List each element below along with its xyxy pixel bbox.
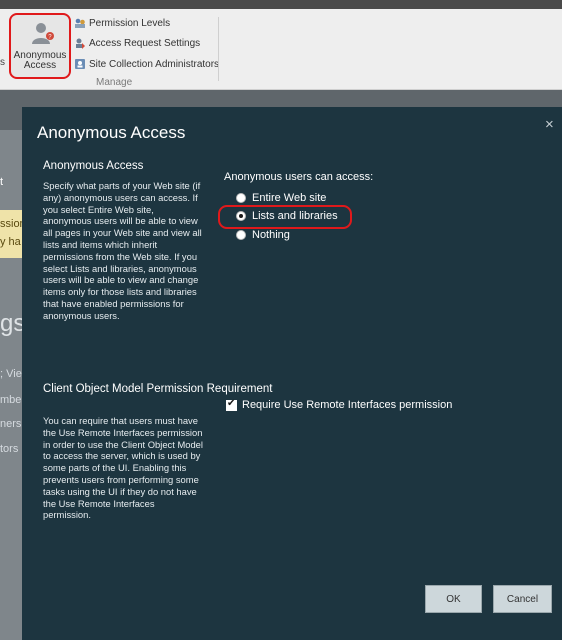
require-remote-interfaces-checkbox-row[interactable]: Require Use Remote Interfaces permission <box>226 397 452 413</box>
dialog-title: Anonymous Access <box>37 123 186 142</box>
background-page-strip <box>0 130 22 640</box>
cancel-button[interactable]: Cancel <box>493 585 552 613</box>
ribbon: s ? Anonymous Access Permission Levels A… <box>0 9 562 90</box>
site-collection-admins-button[interactable]: Site Collection Administrators <box>74 56 219 72</box>
top-bar <box>0 0 562 9</box>
anonymous-user-icon: ? <box>32 23 54 44</box>
ok-button[interactable]: OK <box>425 585 482 613</box>
anonymous-access-label: Anonymous Access <box>13 50 67 71</box>
ribbon-group-label: Manage <box>96 77 133 88</box>
bg-fragment: ners <box>0 418 22 430</box>
radio-nothing[interactable]: Nothing <box>236 227 290 243</box>
section-client-object-model-description: You can require that users must have the… <box>43 415 203 521</box>
bg-fragment: y ha <box>0 236 21 248</box>
ribbon-cut-label: s <box>0 57 5 68</box>
close-icon[interactable]: × <box>545 116 554 133</box>
section-anonymous-access-heading: Anonymous Access <box>43 160 144 172</box>
site-admins-icon <box>75 59 85 69</box>
section-anonymous-access-description: Specify what parts of your Web site (if … <box>43 180 202 321</box>
radio-button[interactable] <box>236 193 246 203</box>
bg-fragment: ; Vie <box>0 368 22 380</box>
selection-highlight <box>218 205 352 229</box>
site-collection-admins-label: Site Collection Administrators <box>89 58 220 70</box>
access-request-settings-button[interactable]: Access Request Settings <box>74 35 200 51</box>
radio-label: Entire Web site <box>252 192 327 204</box>
radio-label: Nothing <box>252 229 290 241</box>
permission-levels-button[interactable]: Permission Levels <box>74 15 170 31</box>
checkbox-label: Require Use Remote Interfaces permission <box>242 399 453 411</box>
permission-levels-icon <box>75 18 85 28</box>
bg-fragment: mbe <box>0 394 22 406</box>
anonymous-access-dialog: Anonymous Access × Anonymous Access Spec… <box>22 107 562 640</box>
bg-fragment: t <box>0 176 4 188</box>
access-options-heading: Anonymous users can access: <box>224 171 374 183</box>
checkbox-checked[interactable] <box>226 398 237 411</box>
anonymous-access-button[interactable]: ? Anonymous Access <box>9 13 71 79</box>
permission-levels-label: Permission Levels <box>89 17 171 29</box>
radio-entire-web-site[interactable]: Entire Web site <box>236 190 326 206</box>
ribbon-separator <box>218 17 219 81</box>
bg-fragment: tors <box>0 443 19 455</box>
access-request-settings-label: Access Request Settings <box>89 37 201 49</box>
access-request-icon <box>76 38 85 49</box>
section-client-object-model-heading: Client Object Model Permission Requireme… <box>43 383 273 395</box>
radio-button[interactable] <box>236 230 246 240</box>
